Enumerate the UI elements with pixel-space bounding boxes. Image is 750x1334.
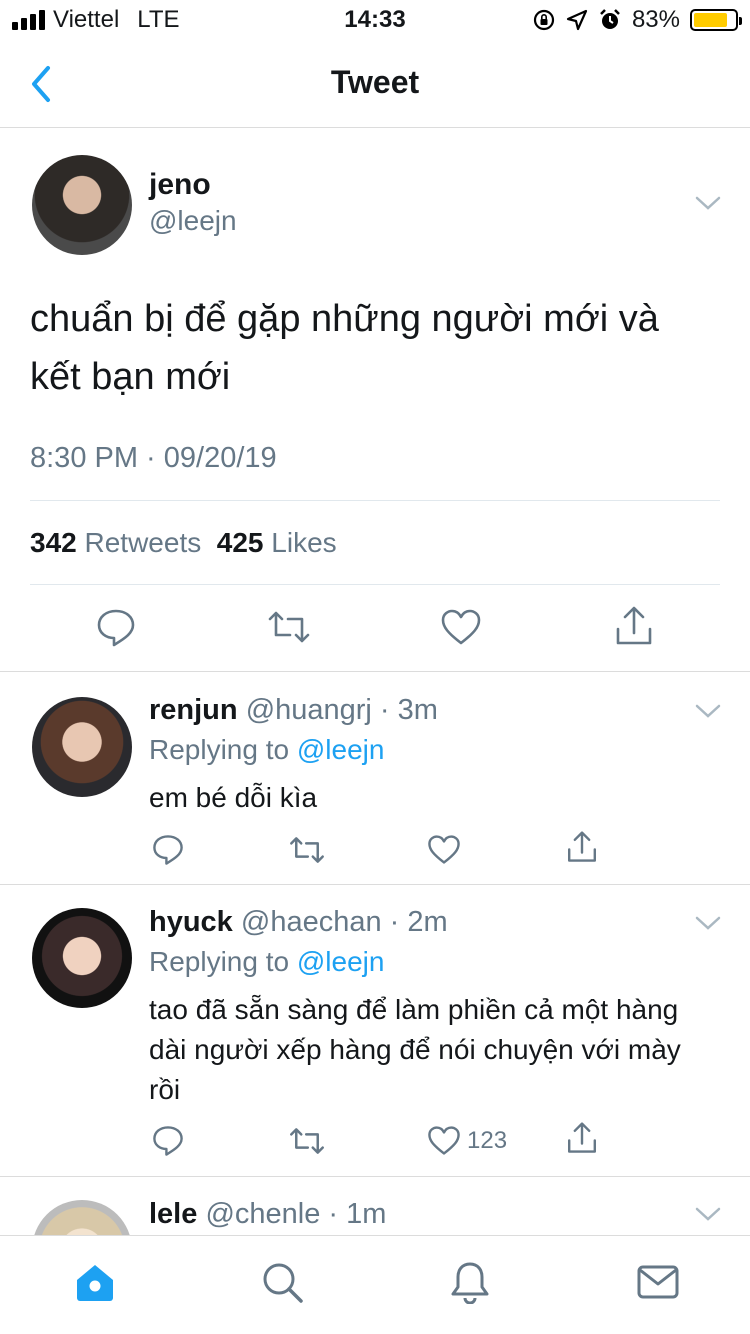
reply-handle-time[interactable]: @huangrj · 3m — [246, 694, 438, 726]
avatar[interactable] — [32, 908, 132, 1008]
retweet-button[interactable] — [288, 1126, 326, 1156]
share-button[interactable] — [566, 1121, 598, 1155]
reply-author-name[interactable]: hyuck — [149, 906, 233, 938]
replying-to: Replying to @leejn — [149, 734, 384, 766]
divider — [30, 500, 720, 501]
retweet-button[interactable] — [288, 835, 326, 865]
replying-to-label: Replying to — [149, 734, 290, 765]
reply-text: tao đã sẵn sàng để làm phiền cả một hàng… — [149, 994, 681, 1105]
replying-to: Replying to @leejn — [149, 946, 384, 978]
messages-icon — [637, 1265, 679, 1299]
divider — [30, 584, 720, 585]
heart-icon — [428, 1126, 460, 1155]
reply-button[interactable] — [96, 607, 136, 649]
retweet-icon — [290, 837, 324, 863]
likes-label[interactable]: Likes — [271, 527, 336, 558]
share-button[interactable] — [614, 605, 654, 647]
tab-notifications[interactable] — [448, 1260, 492, 1305]
reply-icon — [97, 609, 135, 647]
reply-icon — [153, 835, 183, 865]
chevron-down-icon[interactable] — [695, 703, 721, 719]
battery-icon — [690, 9, 742, 31]
reply-header: lele @chenle · 1m — [149, 1198, 386, 1231]
author-name[interactable]: jeno — [149, 168, 211, 202]
heart-icon — [428, 835, 460, 864]
retweets-label[interactable]: Retweets — [85, 527, 202, 558]
retweet-button[interactable] — [266, 609, 312, 645]
alarm-icon — [600, 9, 620, 29]
tweet-timestamp: 8:30 PM · 09/20/19 — [30, 442, 277, 474]
share-icon — [568, 831, 596, 862]
share-icon — [568, 1122, 596, 1153]
retweet-icon — [268, 611, 310, 643]
reply-header: renjun @huangrj · 3m — [149, 694, 438, 727]
nav-bar: Tweet — [0, 40, 750, 128]
location-icon — [566, 9, 588, 31]
reply-text: em bé dỗi kìa — [149, 782, 318, 813]
like-button[interactable] — [440, 608, 482, 646]
like-button[interactable] — [427, 834, 461, 865]
tab-search[interactable] — [260, 1260, 304, 1304]
retweet-icon — [290, 1128, 324, 1154]
home-icon — [77, 1265, 113, 1301]
share-button[interactable] — [566, 830, 598, 864]
replying-to-label: Replying to — [149, 946, 290, 977]
reply-button[interactable] — [152, 1124, 184, 1158]
chevron-down-icon[interactable] — [695, 195, 721, 211]
separator — [0, 1176, 750, 1177]
orientation-lock-icon — [533, 9, 555, 31]
likes-count[interactable]: 425 — [217, 527, 264, 558]
tab-messages[interactable] — [636, 1260, 680, 1304]
reply-author-name[interactable]: renjun — [149, 694, 238, 726]
reply-icon — [153, 1126, 183, 1156]
retweets-count[interactable]: 342 — [30, 527, 77, 558]
reply-header: hyuck @haechan · 2m — [149, 906, 448, 939]
page-title: Tweet — [330, 64, 420, 100]
replying-to-handle[interactable]: @leejn — [297, 734, 385, 765]
like-button[interactable]: 123 — [427, 1125, 507, 1156]
share-icon — [616, 606, 652, 645]
author-handle[interactable]: @leejn — [149, 205, 237, 237]
reply-handle-time[interactable]: @chenle · 1m — [205, 1198, 386, 1230]
tab-home[interactable] — [73, 1260, 117, 1304]
reply-button[interactable] — [152, 833, 184, 867]
tab-bar — [0, 1235, 750, 1334]
reply-author-name[interactable]: lele — [149, 1198, 197, 1230]
separator — [0, 884, 750, 885]
replying-to-handle[interactable]: @leejn — [297, 946, 385, 977]
avatar[interactable] — [32, 155, 132, 255]
tweet-stats: 342 Retweets 425 Likes — [30, 527, 337, 559]
separator — [0, 671, 750, 672]
tweet-text: chuẩn bị để gặp những người mới và kết b… — [30, 298, 659, 398]
tweet-actions — [0, 605, 750, 651]
chevron-down-icon[interactable] — [695, 1206, 721, 1222]
reply-handle-time[interactable]: @haechan · 2m — [241, 906, 448, 938]
search-icon — [263, 1263, 303, 1303]
status-bar: Viettel LTE 14:33 83% — [0, 0, 750, 40]
battery-percent: 83% — [631, 6, 680, 33]
like-count: 123 — [467, 1126, 508, 1154]
heart-icon — [441, 609, 481, 645]
notifications-icon — [451, 1262, 489, 1305]
chevron-down-icon[interactable] — [695, 915, 721, 931]
avatar[interactable] — [32, 697, 132, 797]
